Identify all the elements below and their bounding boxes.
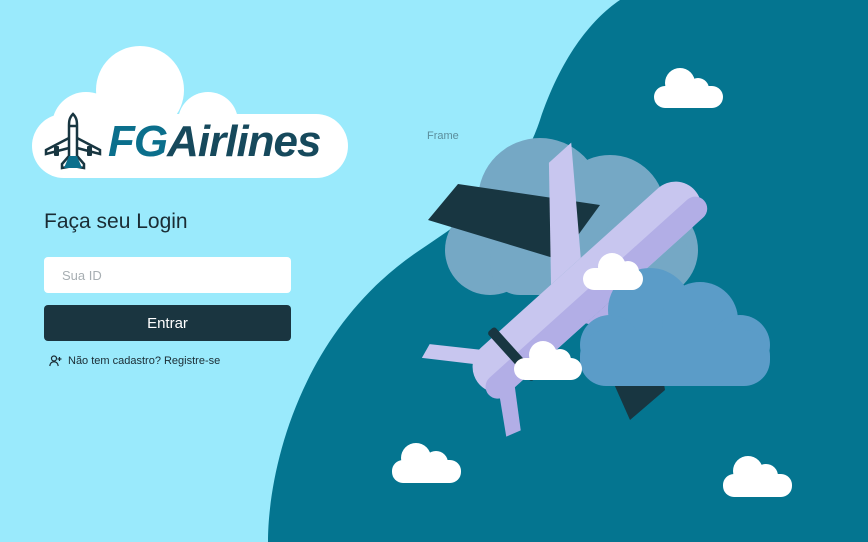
add-user-icon [49,355,62,367]
register-link[interactable]: Não tem cadastro? Registre-se [49,355,220,367]
logo: FGAirlines [28,44,358,184]
frame-label: Frame [427,130,459,142]
register-link-label: Não tem cadastro? Registre-se [68,355,221,367]
brand-name: FGAirlines [108,114,322,170]
login-title: Faça seu Login [44,210,188,233]
user-id-input[interactable] [44,257,291,293]
brand-suffix: Airlines [167,117,321,166]
login-button[interactable]: Entrar [44,305,291,341]
login-screen: FGAirlines Frame Faça seu Login Entrar N… [0,0,868,542]
airplane-icon [44,112,102,170]
brand-prefix: FG [108,117,168,166]
